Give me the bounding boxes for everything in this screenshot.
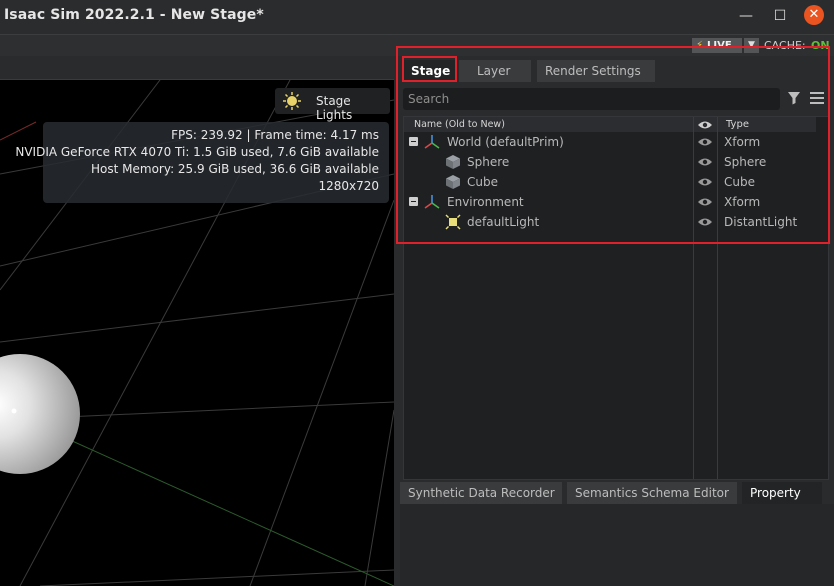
tab-layer[interactable]: Layer [459,60,531,82]
live-label: LIVE [707,40,732,51]
viewport[interactable]: Stage Lights FPS: 239.92 | Frame time: 4… [0,80,394,586]
tree-column-header: Name (Old to New) Type [404,117,816,132]
stage-tree: Name (Old to New) Type World (defaultPri… [403,116,829,480]
xform-icon [424,195,440,209]
live-button[interactable]: ⚡ LIVE [692,38,742,53]
stage-lights-button[interactable]: Stage Lights [275,88,390,122]
resolution-readout: 1280x720 [318,179,379,193]
close-button[interactable]: ✕ [804,5,824,25]
light-icon [445,214,461,230]
row-label: defaultLight [467,215,540,229]
sphere-object[interactable] [0,354,80,474]
tab-property[interactable]: Property [742,482,822,504]
cube-mesh-icon [446,155,460,169]
cache-status: ON [811,39,830,52]
row-label: Environment [447,195,524,209]
row-label: World (defaultPrim) [447,135,564,149]
maximize-button[interactable]: ☐ [769,6,791,28]
search-input[interactable]: Search [403,88,780,110]
visibility-header-icon[interactable] [698,120,712,130]
eye-icon[interactable] [698,177,712,187]
eye-icon[interactable] [698,217,712,227]
tree-row-world[interactable]: World (defaultPrim) Xform [404,132,828,152]
tab-render-settings[interactable]: Render Settings [537,60,655,82]
column-type-header[interactable]: Type [726,119,749,130]
title-bar: Isaac Sim 2022.2.1 - New Stage* — ☐ ✕ [0,0,834,34]
tree-row-cube[interactable]: Cube Cube [404,172,828,192]
tab-semantics-schema-editor[interactable]: Semantics Schema Editor [567,482,737,504]
stage-panel: Stage Layer Render Settings Search Name … [400,56,834,586]
tree-row-sphere[interactable]: Sphere Sphere [404,152,828,172]
stage-lights-label: Stage Lights [316,94,353,122]
sun-icon [283,92,301,110]
row-label: Sphere [467,155,510,169]
light-spot [11,408,17,414]
collapse-icon[interactable] [409,137,418,146]
xform-icon [424,135,440,149]
x-axis-line [0,121,37,141]
menu-strip: ⚡ LIVE ▼ CACHE: ON [0,34,834,56]
tab-stage[interactable]: Stage [403,60,455,82]
host-memory-readout: Host Memory: 25.9 GiB used, 36.6 GiB ava… [91,162,379,176]
gpu-memory-readout: NVIDIA GeForce RTX 4070 Ti: 1.5 GiB used… [15,145,379,159]
filter-icon[interactable] [787,91,801,105]
property-panel [400,504,834,586]
column-name-header[interactable]: Name (Old to New) [414,119,505,130]
live-dropdown-button[interactable]: ▼ [744,38,759,53]
lightning-icon: ⚡ [696,40,704,51]
row-label: Cube [467,175,498,189]
eye-icon[interactable] [698,197,712,207]
hamburger-menu-icon[interactable] [810,92,824,104]
fps-readout: FPS: 239.92 | Frame time: 4.17 ms [171,128,379,142]
minimize-button[interactable]: — [735,6,757,28]
window-title: Isaac Sim 2022.2.1 - New Stage* [4,7,264,23]
bottom-tab-bar: Synthetic Data Recorder Semantics Schema… [400,482,834,504]
tree-row-environment[interactable]: Environment Xform [404,192,828,212]
viewport-header [0,56,394,80]
row-type: Cube [724,175,755,189]
row-type: DistantLight [724,215,798,229]
cache-label: CACHE: [764,39,806,52]
row-type: Xform [724,135,761,149]
stats-overlay: FPS: 239.92 | Frame time: 4.17 ms NVIDIA… [15,122,389,203]
tree-row-defaultlight[interactable]: defaultLight DistantLight [404,212,828,232]
tab-synthetic-data-recorder[interactable]: Synthetic Data Recorder [400,482,562,504]
eye-icon[interactable] [698,137,712,147]
z-axis-line [69,439,394,586]
row-type: Xform [724,195,761,209]
row-type: Sphere [724,155,767,169]
cube-mesh-icon [446,175,460,189]
collapse-icon[interactable] [409,197,418,206]
eye-icon[interactable] [698,157,712,167]
